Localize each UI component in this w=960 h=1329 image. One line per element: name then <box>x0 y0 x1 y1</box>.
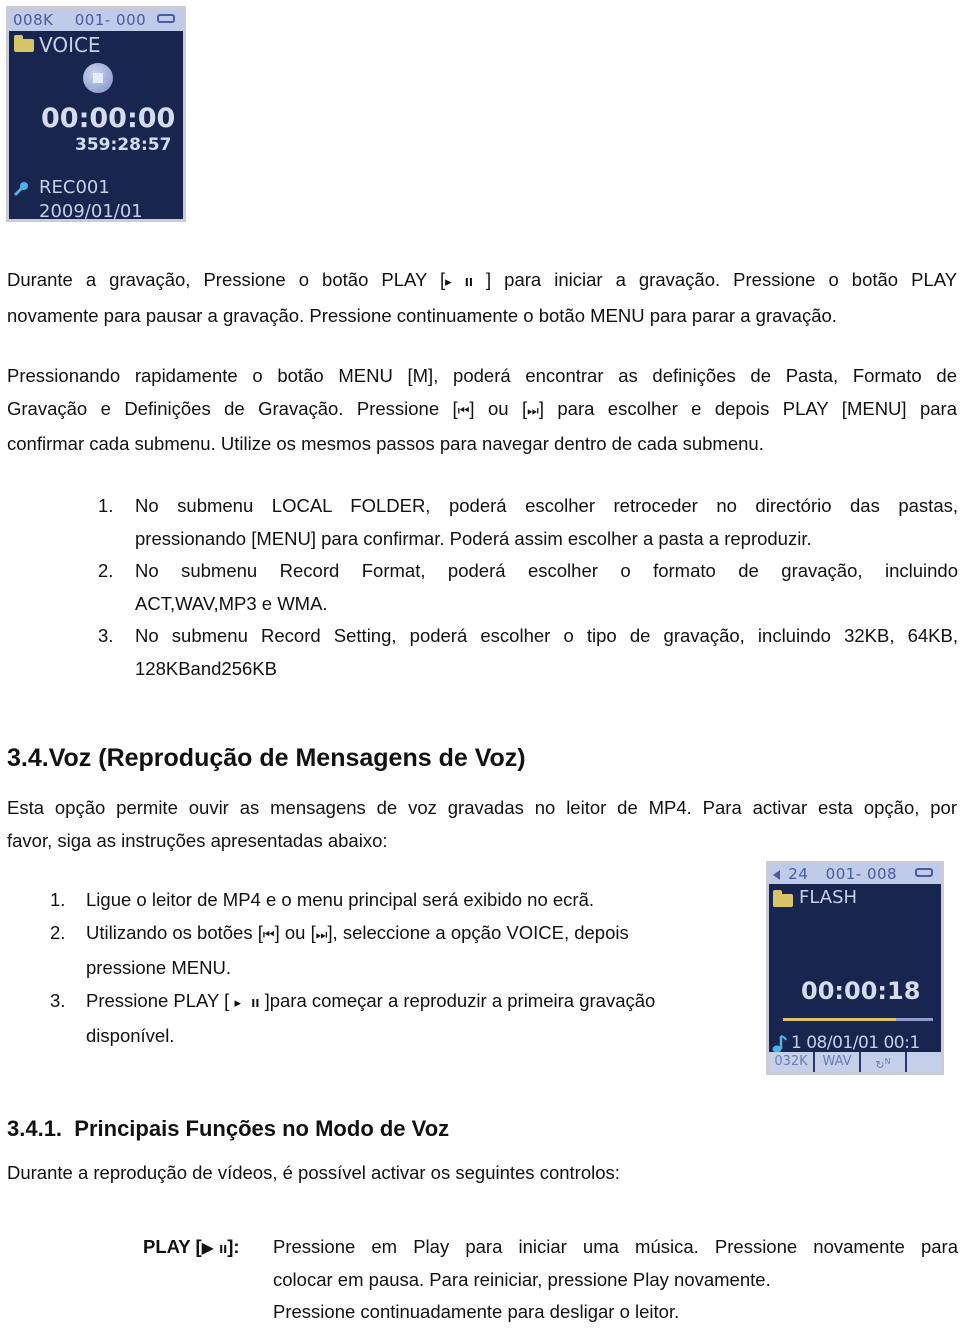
progress-track <box>783 1018 933 1021</box>
music-note-icon <box>771 1034 787 1054</box>
folder-label: VOICE <box>39 33 101 57</box>
file-name: REC001 <box>39 177 110 198</box>
section-number: 3.4. <box>7 744 49 772</box>
list-item: 3. No submenu Record Setting, poderá esc… <box>98 625 958 679</box>
counter-label: 001- 008 <box>825 865 898 883</box>
file-date: 2009/01/01 <box>39 201 143 222</box>
intro-line-2: novamente para pausar a gravação. Pressi… <box>7 304 837 326</box>
steps-list: 1. Ligue o leitor de MP4 e o menu princi… <box>50 884 700 1053</box>
status-bar: 008K 001- 000 <box>9 9 183 31</box>
elapsed-time: 00:00:00 <box>41 103 176 134</box>
status-bar: 24 001- 008 <box>769 864 941 884</box>
progress-fill <box>783 1018 896 1021</box>
format-label: WAV <box>815 1052 861 1072</box>
section-number: 3.4.1. <box>7 1116 63 1141</box>
battery-icon <box>157 14 175 23</box>
empty-slot <box>907 1052 941 1072</box>
control-play: PLAY [▶ II]: Pressione em Play para inic… <box>143 1231 958 1329</box>
volume-label: 24 <box>788 865 809 883</box>
folder-icon <box>14 35 34 52</box>
stop-button-icon <box>83 63 113 93</box>
list-item: 1. No submenu LOCAL FOLDER, poderá escol… <box>98 495 958 549</box>
bottom-bar: 032K WAV ↻N <box>769 1052 941 1072</box>
pause-icon: II <box>251 996 260 1010</box>
intro-paragraph-1: Durante a gravação, Pressione o botão PL… <box>7 264 957 332</box>
remaining-time: 359:28:57 <box>75 135 172 155</box>
previous-icon: ⏮ <box>457 403 470 419</box>
device-screen-record: 008K 001- 000 VOICE 00:00:00 359:28:57 R… <box>6 6 186 222</box>
list-item: 3. Pressione PLAY [ ▸ II ]para começar a… <box>50 989 656 1047</box>
next-icon: ⏭ <box>527 403 539 419</box>
play-icon: ▸ <box>234 995 241 1011</box>
repeat-icon: ↻N <box>861 1052 907 1072</box>
intro-line-nav: Gravação e Definições de Gravação. Press… <box>7 397 957 419</box>
folder-icon <box>773 890 793 907</box>
bitrate-label: 032K <box>769 1052 815 1072</box>
list-item: 1. Ligue o leitor de MP4 e o menu princi… <box>50 889 595 910</box>
play-icon: ▶ <box>201 1238 214 1257</box>
device-screen-playback: 24 001- 008 FLASH 00:00:18 1 08/01/01 00… <box>766 861 944 1075</box>
section-34-description: Esta opção permite ouvir as mensagens de… <box>7 797 957 851</box>
list-item: 2. No submenu Record Format, poderá esco… <box>98 560 958 614</box>
counter-label: 001- 000 <box>74 11 147 29</box>
bitrate-label: 008K <box>13 11 54 29</box>
section-title: Voz (Reprodução de Mensagens de Voz) <box>48 744 526 772</box>
speaker-icon <box>773 869 780 880</box>
list-item: 2. Utilizando os botões [⏮] ou [⏭], sele… <box>50 921 629 979</box>
microphone-icon <box>13 181 29 197</box>
intro-paragraph-2: Pressionando rapidamente o botão MENU [M… <box>7 365 957 454</box>
next-icon: ⏭ <box>315 927 328 943</box>
play-icon: ▸ <box>445 275 452 290</box>
intro-line-1: Durante a gravação, Pressione o botão PL… <box>7 269 958 290</box>
section-34-heading: 3.4.Voz (Reprodução de Mensagens de Voz) <box>7 744 526 773</box>
section-341-heading: 3.4.1. Principais Funções no Modo de Voz <box>7 1116 449 1142</box>
control-key-label: PLAY [▶ II]: <box>143 1236 240 1257</box>
battery-icon <box>915 868 933 877</box>
track-info: 1 08/01/01 00:1 <box>791 1033 920 1053</box>
control-description: Pressione em Play para iniciar uma músic… <box>273 1236 958 1322</box>
section-341-description: Durante a reprodução de vídeos, é possív… <box>7 1162 620 1183</box>
pause-icon: II <box>464 276 473 289</box>
section-title: Principais Funções no Modo de Voz <box>74 1116 450 1141</box>
folder-label: FLASH <box>799 887 858 908</box>
submenu-list: 1. No submenu LOCAL FOLDER, poderá escol… <box>98 490 958 685</box>
elapsed-time: 00:00:18 <box>801 977 921 1005</box>
previous-icon: ⏮ <box>262 927 275 943</box>
